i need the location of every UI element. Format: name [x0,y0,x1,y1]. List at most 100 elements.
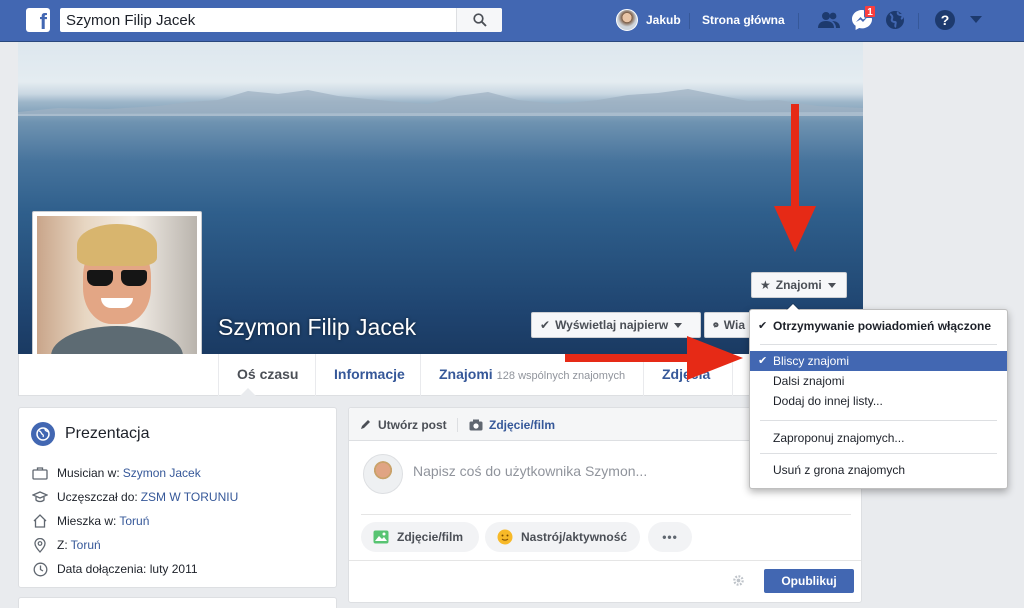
facebook-logo[interactable]: f [26,8,50,32]
message-label: Wia [723,318,745,332]
photo-video-button[interactable]: Zdjęcie/film [361,522,479,552]
school-link[interactable]: ZSM W TORUNIU [141,490,239,504]
intro-label: Z: [57,538,68,552]
divider [689,13,690,29]
friend-requests-icon[interactable] [817,8,841,32]
menu-item-notifications[interactable]: ✔ Otrzymywanie powiadomień włączone [750,316,1007,336]
clock-icon [31,562,49,577]
messenger-icon[interactable]: 1 [850,5,876,32]
tab-timeline[interactable]: Oś czasu [218,354,316,396]
work-link[interactable]: Szymon Jacek [123,466,201,480]
location-pin-icon [31,537,49,553]
friends-status-button[interactable]: ★ Znajomi [751,272,847,298]
profile-photo [37,216,197,376]
intro-label: Mieszka w: [57,514,117,528]
camera-icon [469,419,483,430]
photos-card [18,597,337,608]
intro-label: Data dołączenia: luty 2011 [57,562,198,576]
menu-item-unfriend[interactable]: Usuń z grona znajomych [750,460,1007,480]
divider [760,453,997,454]
notifications-globe-icon[interactable] [883,8,907,32]
divider [798,13,799,29]
caret-down-icon [827,282,836,288]
intro-row-lives: Mieszka w: Toruń [31,512,149,530]
avatar [616,9,638,31]
annotation-arrow-down [774,104,816,252]
globe-icon [31,422,55,446]
feeling-activity-button[interactable]: Nastrój/aktywność [485,522,640,552]
publish-button[interactable]: Opublikuj [764,569,854,593]
intro-label: Uczęszczał do: [57,490,138,504]
more-options-button[interactable]: ••• [648,522,692,552]
divider [457,418,458,432]
menu-item-add-to-list[interactable]: Dodaj do innej listy... [750,391,1007,411]
friends-button-label: Znajomi [775,278,822,292]
divider [349,560,861,561]
star-icon: ★ [760,278,771,292]
home-link[interactable]: Strona główna [702,8,785,32]
message-count-badge: 1 [864,5,876,18]
caret-down-icon[interactable] [964,8,988,32]
graduation-cap-icon [31,490,49,504]
menu-item-close-friends[interactable]: ✔ Bliscy znajomi [750,351,1007,371]
checkmark-icon: ✔ [758,320,768,332]
profile-name[interactable]: Szymon Filip Jacek [218,314,416,341]
menu-item-acquaintances[interactable]: Dalsi znajomi [750,371,1007,391]
menu-item-label: Bliscy znajomi [773,354,850,368]
user-name: Jakub [646,13,681,27]
intro-row-work: Musician w: Szymon Jacek [31,464,201,482]
messenger-icon [713,322,719,328]
menu-item-label: Dalsi znajomi [773,374,845,388]
avatar [363,454,403,494]
svg-text:?: ? [941,12,950,28]
tab-photo-video[interactable]: Zdjęcie/film [469,408,555,441]
menu-item-label: Usuń z grona znajomych [773,463,906,477]
tab-label: Utwórz post [378,417,447,432]
menu-item-label: Zaproponuj znajomych... [773,431,905,445]
caret-down-icon [674,322,683,328]
active-tab-indicator [240,388,256,396]
briefcase-icon [31,466,49,480]
tab-create-post[interactable]: Utwórz post [359,408,447,441]
see-first-button[interactable]: ✔ Wyświetlaj najpierw [531,312,701,338]
divider [760,420,997,421]
intro-title: Prezentacja [65,425,150,442]
friends-dropdown-menu: ✔ Otrzymywanie powiadomień włączone ✔ Bl… [749,303,1008,489]
annotation-arrow-right [565,336,743,380]
current-city-link[interactable]: Toruń [119,514,149,528]
gear-icon[interactable] [732,574,745,590]
profile-link[interactable]: Jakub [616,8,681,32]
menu-item-suggest-friends[interactable]: Zaproponuj znajomych... [750,428,1007,448]
search-button[interactable] [456,8,502,32]
help-icon[interactable]: ? [933,8,957,32]
tab-label: Oś czasu [237,366,299,382]
intro-row-school: Uczęszczał do: ZSM W TORUNIU [31,488,238,506]
tab-label: Zdjęcie/film [489,417,556,432]
search-icon [472,13,487,27]
intro-row-from: Z: Toruń [31,536,101,554]
cover-hills-image [18,89,863,116]
top-navigation-bar: f Jakub Strona główna 1 ? [0,0,1024,42]
message-button[interactable]: Wia [704,312,754,338]
tab-label: Znajomi [439,366,493,382]
divider [760,344,997,345]
divider [918,13,919,29]
pencil-icon [361,420,370,429]
intro-card: Prezentacja Musician w: Szymon Jacek Uczę… [18,407,337,588]
search-input[interactable] [60,8,455,32]
smiley-icon [497,529,513,545]
intro-label: Musician w: [57,466,120,480]
divider [361,514,851,515]
tab-about[interactable]: Informacje [315,354,421,396]
search-box [60,8,502,32]
menu-item-label: Otrzymywanie powiadomień włączone [773,319,992,333]
checkmark-icon: ✔ [758,355,768,367]
see-first-label: Wyświetlaj najpierw [555,318,669,332]
pill-label: Nastrój/aktywność [521,530,628,544]
checkmark-icon: ✔ [540,318,551,332]
photo-icon [373,530,389,544]
pill-label: Zdjęcie/film [397,530,464,544]
intro-row-joined: Data dołączenia: luty 2011 [31,560,198,578]
hometown-link[interactable]: Toruń [71,538,101,552]
post-text-input[interactable]: Napisz coś do użytkownika Szymon... [413,463,647,479]
